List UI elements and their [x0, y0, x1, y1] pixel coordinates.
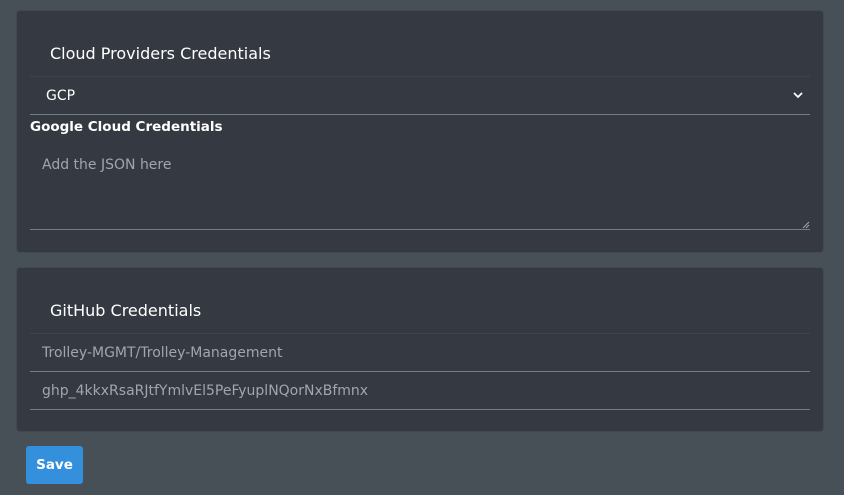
github-credentials-card: GitHub Credentials Trolley-MGMT/Trolley-…	[17, 268, 823, 431]
github-token-input[interactable]: ghp_4kkxRsaRJtfYmlvEl5PeFyuplNQorNxBfmnx	[30, 372, 810, 410]
token-input-placeholder: ghp_4kkxRsaRJtfYmlvEl5PeFyuplNQorNxBfmnx	[42, 382, 369, 399]
cloud-providers-title: Cloud Providers Credentials	[50, 44, 271, 63]
github-credentials-title: GitHub Credentials	[50, 301, 202, 320]
textarea-placeholder: Add the JSON here	[42, 157, 172, 173]
repository-input-placeholder: Trolley-MGMT/Trolley-Management	[42, 344, 283, 361]
settings-page: Cloud Providers Credentials GCP Google C…	[0, 0, 844, 495]
cloud-provider-select[interactable]: GCP	[30, 77, 810, 115]
google-cloud-credentials-textarea[interactable]: Add the JSON here	[30, 143, 810, 230]
cloud-providers-card: Cloud Providers Credentials GCP Google C…	[17, 11, 823, 252]
github-repository-input[interactable]: Trolley-MGMT/Trolley-Management	[30, 334, 810, 372]
save-button[interactable]: Save	[26, 446, 83, 484]
resize-grip-icon[interactable]	[801, 220, 810, 229]
google-cloud-credentials-label: Google Cloud Credentials	[30, 119, 223, 135]
cloud-provider-selected-value: GCP	[46, 87, 76, 104]
chevron-down-icon	[793, 92, 803, 98]
